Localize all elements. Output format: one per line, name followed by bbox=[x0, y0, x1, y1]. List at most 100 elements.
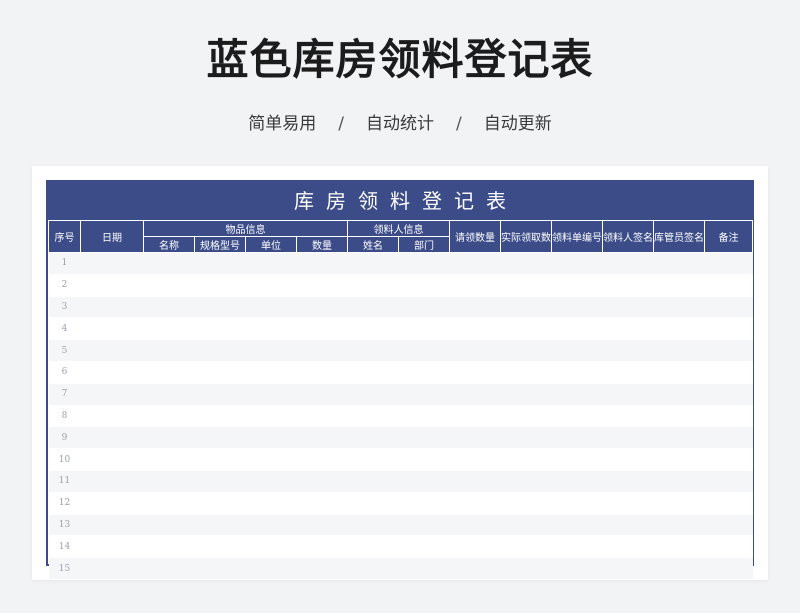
table-cell[interactable] bbox=[704, 339, 753, 362]
table-cell[interactable] bbox=[245, 448, 297, 471]
table-cell[interactable] bbox=[347, 317, 399, 341]
table-cell[interactable] bbox=[602, 383, 654, 406]
table-cell[interactable] bbox=[551, 383, 603, 406]
table-cell[interactable] bbox=[245, 339, 297, 362]
table-cell[interactable] bbox=[80, 383, 144, 406]
table-cell[interactable] bbox=[398, 252, 450, 275]
table-cell[interactable] bbox=[296, 470, 348, 493]
table-cell[interactable] bbox=[194, 252, 246, 275]
table-cell[interactable] bbox=[500, 426, 552, 450]
table-cell[interactable] bbox=[194, 296, 246, 319]
table-cell[interactable] bbox=[80, 405, 144, 428]
table-cell[interactable] bbox=[704, 426, 753, 450]
table-cell[interactable] bbox=[500, 317, 552, 341]
table-cell[interactable] bbox=[245, 426, 297, 450]
table-cell[interactable] bbox=[449, 470, 501, 493]
table-cell[interactable] bbox=[245, 557, 297, 580]
table-cell[interactable] bbox=[500, 470, 552, 493]
table-cell[interactable] bbox=[398, 535, 450, 559]
table-cell[interactable] bbox=[500, 383, 552, 406]
table-cell[interactable] bbox=[296, 535, 348, 559]
table-cell[interactable] bbox=[347, 535, 399, 559]
table-cell[interactable] bbox=[143, 470, 195, 493]
table-cell[interactable] bbox=[551, 296, 603, 319]
table-cell[interactable] bbox=[551, 405, 603, 428]
table-cell[interactable] bbox=[704, 557, 753, 580]
table-cell[interactable] bbox=[347, 339, 399, 362]
table-cell[interactable] bbox=[245, 514, 297, 537]
table-cell[interactable] bbox=[551, 557, 603, 580]
table-cell[interactable] bbox=[704, 470, 753, 493]
table-cell[interactable] bbox=[398, 317, 450, 341]
table-cell[interactable] bbox=[449, 383, 501, 406]
table-cell[interactable] bbox=[602, 252, 654, 275]
table-cell[interactable] bbox=[143, 557, 195, 580]
table-cell[interactable] bbox=[500, 405, 552, 428]
table-cell[interactable] bbox=[704, 405, 753, 428]
table-cell[interactable] bbox=[449, 252, 501, 275]
table-cell[interactable] bbox=[245, 470, 297, 493]
table-cell[interactable] bbox=[551, 535, 603, 559]
table-cell[interactable] bbox=[80, 361, 144, 384]
table-cell[interactable] bbox=[398, 383, 450, 406]
table-cell[interactable] bbox=[602, 535, 654, 559]
table-cell[interactable] bbox=[653, 557, 705, 580]
table-cell[interactable] bbox=[704, 361, 753, 384]
table-cell[interactable] bbox=[398, 514, 450, 537]
table-cell[interactable] bbox=[602, 317, 654, 341]
table-cell[interactable] bbox=[449, 448, 501, 471]
table-cell[interactable] bbox=[704, 514, 753, 537]
table-cell[interactable] bbox=[398, 339, 450, 362]
table-cell[interactable] bbox=[602, 470, 654, 493]
table-cell[interactable] bbox=[347, 361, 399, 384]
table-cell[interactable] bbox=[347, 296, 399, 319]
table-cell[interactable] bbox=[704, 492, 753, 515]
table-cell[interactable] bbox=[347, 426, 399, 450]
table-cell[interactable] bbox=[704, 317, 753, 341]
table-cell[interactable] bbox=[602, 492, 654, 515]
table-cell[interactable] bbox=[296, 426, 348, 450]
table-cell[interactable] bbox=[347, 448, 399, 471]
table-cell[interactable] bbox=[500, 296, 552, 319]
table-cell[interactable] bbox=[398, 296, 450, 319]
table-cell[interactable] bbox=[449, 274, 501, 297]
table-cell[interactable] bbox=[704, 535, 753, 559]
table-cell[interactable] bbox=[653, 361, 705, 384]
table-cell[interactable] bbox=[602, 426, 654, 450]
table-cell[interactable] bbox=[143, 339, 195, 362]
table-cell[interactable] bbox=[551, 361, 603, 384]
table-cell[interactable] bbox=[449, 361, 501, 384]
table-cell[interactable] bbox=[398, 274, 450, 297]
table-cell[interactable] bbox=[80, 535, 144, 559]
table-cell[interactable] bbox=[449, 426, 501, 450]
table-cell[interactable] bbox=[347, 470, 399, 493]
table-cell[interactable] bbox=[500, 535, 552, 559]
table-cell[interactable] bbox=[398, 405, 450, 428]
table-cell[interactable] bbox=[653, 492, 705, 515]
table-cell[interactable] bbox=[296, 492, 348, 515]
table-cell[interactable] bbox=[500, 361, 552, 384]
table-cell[interactable] bbox=[296, 514, 348, 537]
table-cell[interactable] bbox=[653, 339, 705, 362]
table-cell[interactable] bbox=[296, 317, 348, 341]
table-cell[interactable] bbox=[194, 492, 246, 515]
table-cell[interactable] bbox=[500, 557, 552, 580]
table-cell[interactable] bbox=[704, 274, 753, 297]
table-cell[interactable] bbox=[551, 274, 603, 297]
table-cell[interactable] bbox=[296, 296, 348, 319]
table-cell[interactable] bbox=[704, 296, 753, 319]
table-cell[interactable] bbox=[347, 557, 399, 580]
table-cell[interactable] bbox=[143, 426, 195, 450]
table-cell[interactable] bbox=[143, 492, 195, 515]
table-cell[interactable] bbox=[602, 274, 654, 297]
table-cell[interactable] bbox=[143, 535, 195, 559]
table-cell[interactable] bbox=[347, 405, 399, 428]
table-cell[interactable] bbox=[653, 296, 705, 319]
table-cell[interactable] bbox=[296, 339, 348, 362]
table-cell[interactable] bbox=[449, 557, 501, 580]
table-cell[interactable] bbox=[449, 405, 501, 428]
table-cell[interactable] bbox=[653, 514, 705, 537]
table-cell[interactable] bbox=[449, 492, 501, 515]
table-cell[interactable] bbox=[551, 252, 603, 275]
table-cell[interactable] bbox=[245, 317, 297, 341]
